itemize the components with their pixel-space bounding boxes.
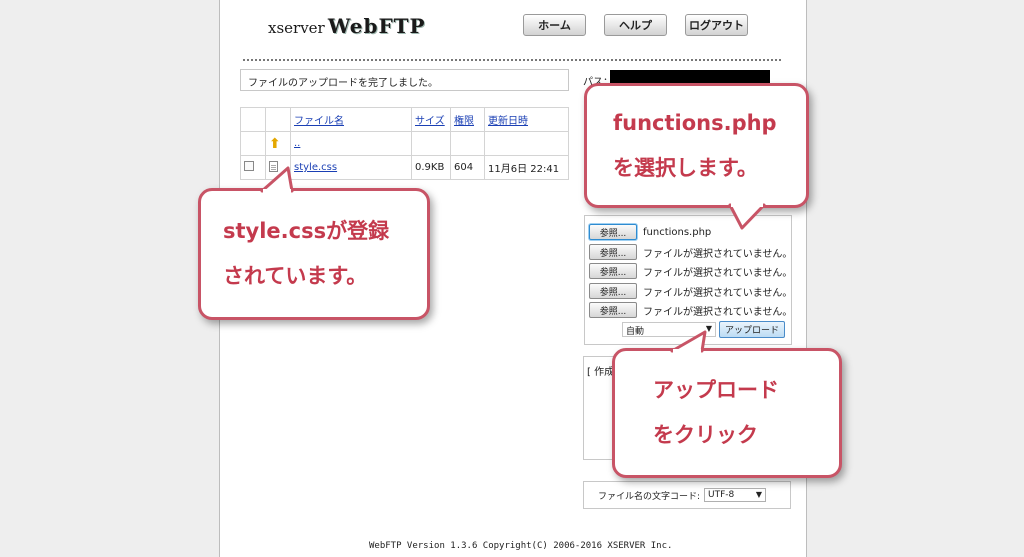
callout-tail-click	[670, 330, 707, 353]
